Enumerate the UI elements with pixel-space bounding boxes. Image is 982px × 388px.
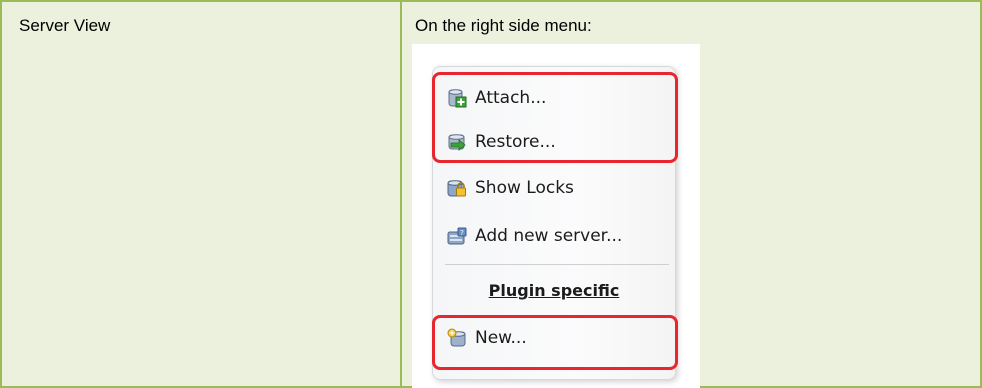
menu-item-label: Restore...	[475, 132, 556, 152]
menu-item-label: New...	[475, 328, 527, 348]
database-lock-icon	[446, 177, 468, 199]
cell-label-server-view: Server View	[19, 16, 111, 35]
menu-item-label: Show Locks	[475, 178, 574, 198]
table-cell-server-view: Server View	[2, 2, 402, 386]
context-menu-screenshot: Attach... Restore... Show Locks ? Add ne…	[412, 44, 700, 388]
menu-item-show-locks[interactable]: Show Locks	[432, 171, 672, 205]
plugin-specific-header: Plugin specific	[488, 281, 620, 300]
database-new-icon	[446, 327, 468, 349]
server-add-icon: ?	[446, 225, 468, 247]
menu-item-label: Attach...	[475, 88, 547, 108]
menu-separator	[445, 264, 669, 265]
cell-label-instructions: On the right side menu:	[415, 16, 592, 35]
database-restore-icon	[446, 131, 468, 153]
menu-item-label: Add new server...	[475, 226, 623, 246]
menu-item-add-new-server[interactable]: ? Add new server...	[432, 219, 672, 253]
database-attach-icon	[446, 87, 468, 109]
menu-item-restore[interactable]: Restore...	[432, 125, 672, 159]
menu-item-new[interactable]: New...	[432, 321, 672, 355]
menu-item-attach[interactable]: Attach...	[432, 81, 672, 115]
svg-text:?: ?	[460, 229, 464, 237]
